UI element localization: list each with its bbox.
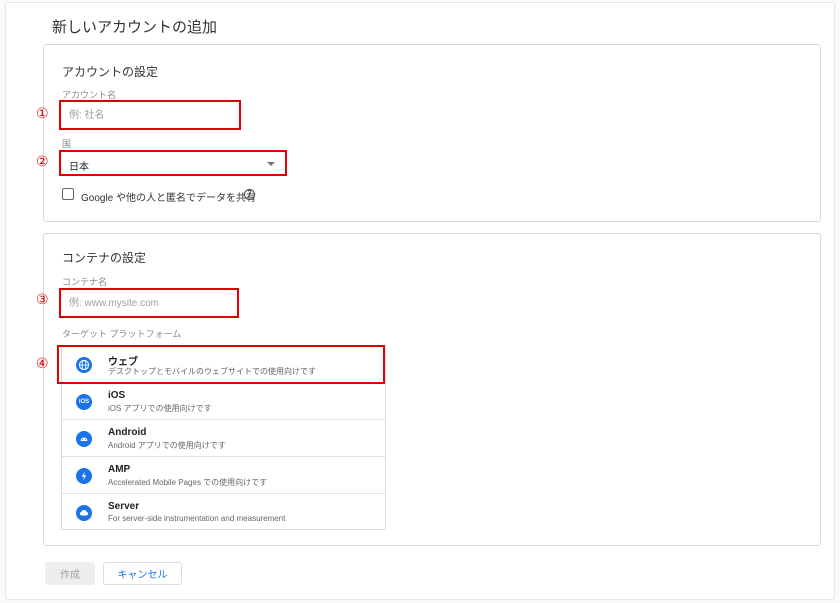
cancel-button[interactable]: キャンセル (103, 562, 182, 585)
account-settings-title: アカウントの設定 (62, 65, 159, 79)
platform-item-ios[interactable]: iOS iOS iOS アプリでの使用向けです (62, 384, 385, 420)
cloud-icon (76, 505, 92, 521)
account-name-input[interactable] (61, 102, 239, 128)
platform-desc: デスクトップとモバイルのウェブサイトでの使用向けです (108, 367, 316, 376)
platform-desc: iOS アプリでの使用向けです (108, 404, 212, 413)
annotation-2: ② (36, 154, 49, 170)
platform-name: AMP (108, 464, 131, 475)
platform-name: Android (108, 427, 147, 438)
create-button[interactable]: 作成 (45, 562, 95, 585)
annotation-3: ③ (36, 292, 49, 308)
annotation-4: ④ (36, 356, 49, 372)
platform-desc: Android アプリでの使用向けです (108, 441, 226, 450)
platform-item-web[interactable]: ウェブ デスクトップとモバイルのウェブサイトでの使用向けです (62, 347, 385, 383)
account-name-field[interactable] (59, 100, 241, 130)
platform-item-amp[interactable]: AMP Accelerated Mobile Pages での使用向けです (62, 458, 385, 494)
platform-list: ウェブ デスクトップとモバイルのウェブサイトでの使用向けです iOS iOS i… (61, 346, 386, 530)
help-icon[interactable]: ? (244, 189, 255, 200)
country-label: 国 (62, 139, 72, 149)
platform-name: Server (108, 501, 140, 512)
country-select[interactable]: 日本 (59, 150, 287, 176)
annotation-1: ① (36, 106, 49, 122)
platform-item-server[interactable]: Server For server-side instrumentation a… (62, 495, 385, 531)
chevron-down-icon (267, 162, 275, 166)
platform-desc: For server-side instrumentation and meas… (108, 514, 286, 523)
platform-item-android[interactable]: Android Android アプリでの使用向けです (62, 421, 385, 457)
amp-lightning-icon (76, 468, 92, 484)
page-background: 新しいアカウントの追加 アカウントの設定 アカウント名 ① 国 ② 日本 Goo… (0, 0, 840, 603)
ios-icon: iOS (76, 394, 92, 410)
country-select-value: 日本 (69, 162, 89, 173)
container-name-input[interactable] (61, 290, 237, 316)
container-settings-title: コンテナの設定 (62, 251, 147, 265)
globe-icon (76, 357, 92, 373)
share-data-checkbox[interactable] (62, 188, 74, 200)
container-name-label: コンテナ名 (62, 277, 108, 287)
container-name-field[interactable] (59, 288, 239, 318)
android-icon (76, 431, 92, 447)
platform-name: iOS (108, 390, 126, 401)
page-title: 新しいアカウントの追加 (52, 19, 218, 36)
target-platform-label: ターゲット プラットフォーム (62, 329, 182, 339)
share-data-label: Google や他の人と匿名でデータを共有 (81, 193, 257, 204)
platform-desc: Accelerated Mobile Pages での使用向けです (108, 478, 268, 487)
